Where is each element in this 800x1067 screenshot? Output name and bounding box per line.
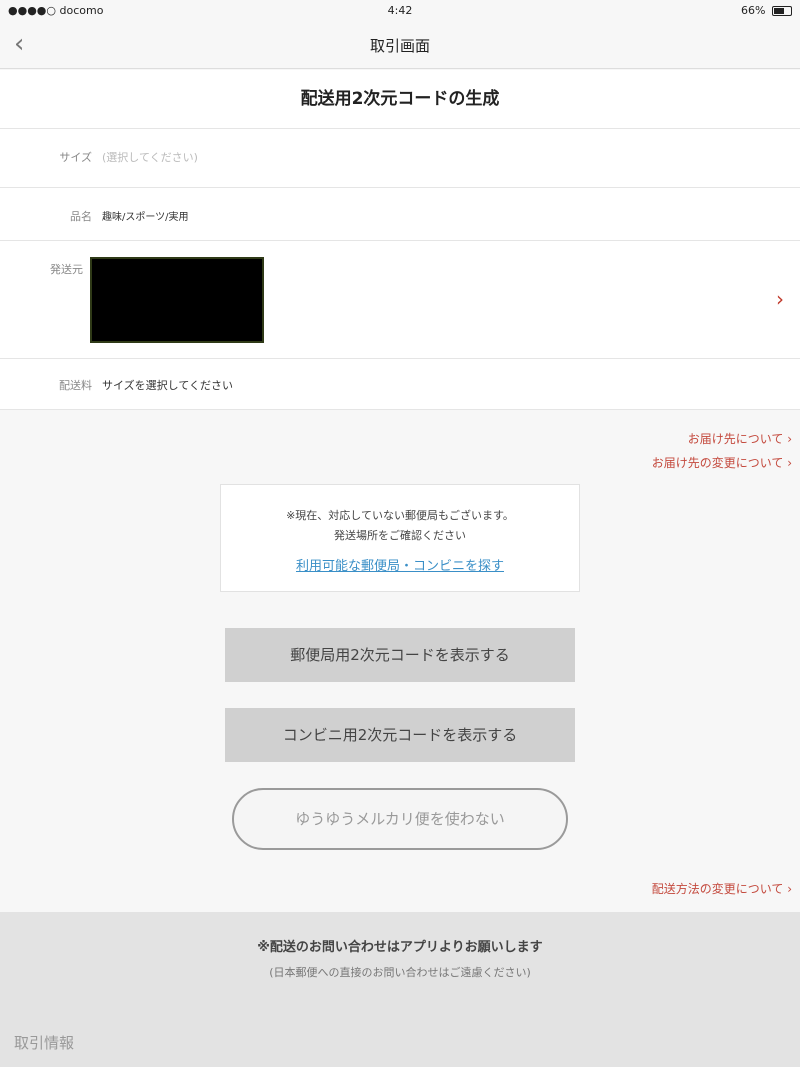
item-name-label: 品名 <box>70 210 92 223</box>
change-destination-link[interactable]: お届け先の変更について › <box>652 454 792 471</box>
footer-notice: ※配送のお問い合わせはアプリよりお願いします <box>257 940 543 955</box>
battery-percent: 66% <box>741 4 766 17</box>
shipping-fee-label: 配送料 <box>59 379 92 392</box>
status-bar: ●●●●○ docomo 4:42 66% <box>0 0 800 22</box>
footer-subnotice: (日本郵便への直接のお問い合わせはご遠慮ください) <box>269 966 531 979</box>
change-method-link[interactable]: 配送方法の変更について › <box>652 880 792 897</box>
battery-icon <box>772 6 792 16</box>
notice-line-1: ※現在、対応していない郵便局もございます。 <box>286 509 514 522</box>
dont-use-service-button[interactable]: ゆうゆうメルカリ便を使わない <box>232 788 568 850</box>
size-row[interactable]: サイズ (選択してください) <box>0 129 800 188</box>
battery-status: 66% <box>741 4 792 17</box>
size-select[interactable]: (選択してください) <box>102 149 198 165</box>
transaction-info-heading: 取引情報 <box>14 1034 75 1052</box>
redacted-address <box>90 257 264 343</box>
about-destination-link[interactable]: お届け先について › <box>688 430 792 447</box>
post-office-code-button[interactable]: 郵便局用2次元コードを表示する <box>225 628 575 682</box>
notice-line-2: 発送場所をご確認ください <box>334 529 466 542</box>
shipping-fee-row: 配送料 サイズを選択してください <box>0 359 800 410</box>
chevron-right-icon[interactable]: › <box>776 287 784 311</box>
item-name-row: 品名 趣味/スポーツ/実用 <box>0 188 800 241</box>
section-title: 配送用2次元コードの生成 <box>0 70 800 129</box>
find-location-link[interactable]: 利用可能な郵便局・コンビニを探す <box>221 555 579 574</box>
footer: ※配送のお問い合わせはアプリよりお願いします (日本郵便への直接のお問い合わせは… <box>0 912 800 1067</box>
convenience-store-code-button[interactable]: コンビニ用2次元コードを表示する <box>225 708 575 762</box>
status-time: 4:42 <box>387 4 413 17</box>
size-label: サイズ <box>59 151 92 164</box>
shipping-fee-value: サイズを選択してください <box>102 379 234 392</box>
item-name-value: 趣味/スポーツ/実用 <box>102 212 189 223</box>
page-title: 取引画面 <box>369 37 430 55</box>
sender-row[interactable]: 発送元 › <box>0 241 800 359</box>
notice-box: ※現在、対応していない郵便局もございます。 発送場所をご確認ください 利用可能な… <box>220 484 580 592</box>
nav-bar: ‹ 取引画面 <box>0 22 800 69</box>
